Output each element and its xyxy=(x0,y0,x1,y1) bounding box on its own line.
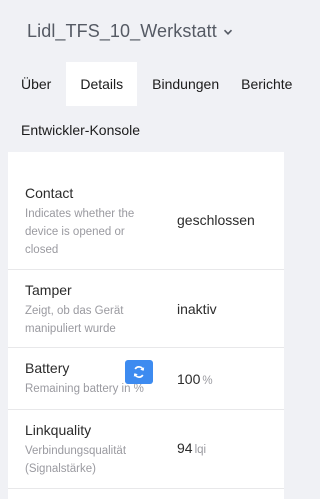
battery-refresh-button[interactable] xyxy=(125,360,153,384)
tab-dev-console[interactable]: Entwickler-Konsole xyxy=(21,122,140,138)
expose-value: 100% xyxy=(177,371,213,387)
expose-value: geschlossen xyxy=(177,212,255,228)
exposes-card: Contact Indicates whether the device is … xyxy=(8,152,284,499)
expose-row-battery: Battery Remaining battery in % 100% xyxy=(8,348,284,410)
expose-description: Zeigt, ob das Gerät manipuliert wurde xyxy=(25,305,124,335)
tab-details[interactable]: Details xyxy=(66,62,138,106)
expose-name: Linkquality xyxy=(25,422,92,438)
expose-description: Indicates whether the device is opened o… xyxy=(25,208,135,256)
expose-unit: lqi xyxy=(194,444,207,456)
expose-unit: % xyxy=(202,375,213,387)
tab-about[interactable]: Über xyxy=(0,62,62,106)
expose-row-contact: Contact Indicates whether the device is … xyxy=(8,170,284,270)
expose-description: Verbindungsqualität (Signalstärke) xyxy=(25,445,127,475)
refresh-icon xyxy=(133,366,145,378)
expose-name: Tamper xyxy=(25,282,72,298)
expose-row-linkquality: Linkquality Verbindungsqualität (Signals… xyxy=(8,410,284,489)
device-selector[interactable]: Lidl_TFS_10_Werkstatt xyxy=(27,21,233,42)
expose-row-tamper: Tamper Zeigt, ob das Gerät manipuliert w… xyxy=(8,270,284,348)
expose-value: inaktiv xyxy=(177,301,217,317)
tab-bindings[interactable]: Bindungen xyxy=(141,62,230,106)
expose-value: 94 lqi xyxy=(177,440,207,456)
tab-bar: Über Details Bindungen Berichte xyxy=(0,62,292,106)
expose-name: Contact xyxy=(25,185,74,201)
tab-reports[interactable]: Berichte xyxy=(230,62,303,106)
chevron-down-icon xyxy=(223,29,232,35)
device-title: Lidl_TFS_10_Werkstatt xyxy=(27,21,217,41)
